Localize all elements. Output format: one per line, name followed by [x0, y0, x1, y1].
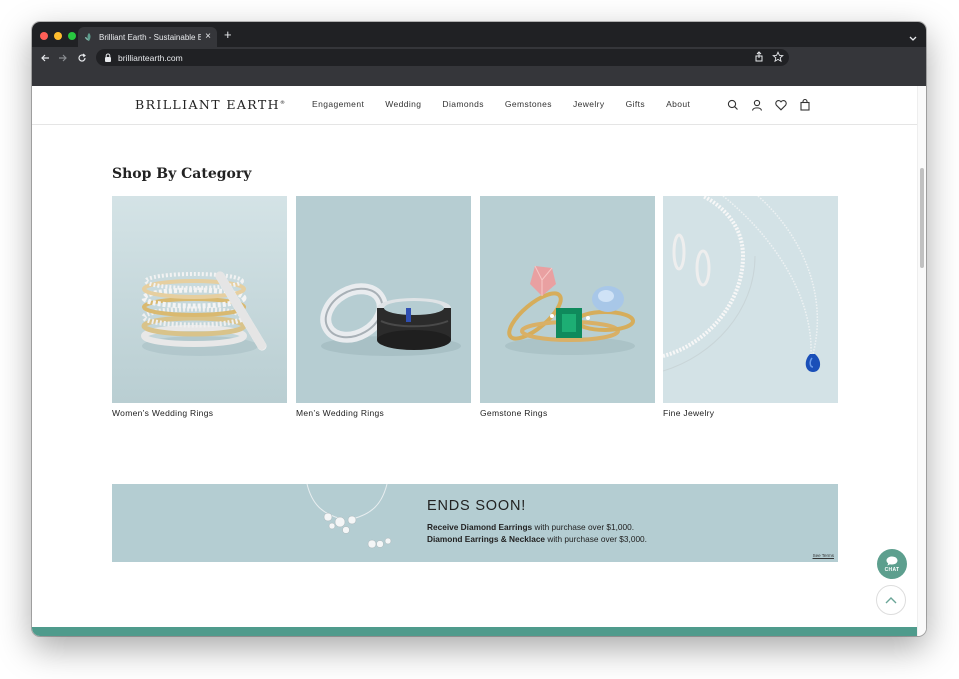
- necklace-earrings-image: [306, 484, 392, 549]
- promo-offer-1: Receive Diamond Earrings with purchase o…: [427, 522, 634, 532]
- shopping-bag-icon[interactable]: [798, 98, 812, 112]
- promo-offer-2-bold: Diamond Earrings & Necklace: [427, 534, 546, 544]
- chat-label: CHAT: [884, 566, 900, 573]
- address-bar[interactable]: brilliantearth.com: [96, 49, 789, 66]
- gemstone-rings-image[interactable]: [480, 196, 655, 403]
- section-title: Shop By Category: [112, 166, 252, 182]
- maximize-window-button[interactable]: [68, 32, 76, 40]
- address-text: brilliantearth.com: [118, 52, 183, 63]
- site-header: BRILLIANT EARTH® Engagement Wedding Diam…: [32, 86, 918, 125]
- browser-toolbar: brilliantearth.com: [32, 47, 926, 69]
- wishlist-heart-icon[interactable]: [774, 98, 788, 112]
- account-icon[interactable]: [750, 98, 764, 112]
- lock-icon: [104, 53, 112, 62]
- page-scrollbar[interactable]: [917, 86, 926, 636]
- back-to-top-button[interactable]: [876, 585, 906, 615]
- mens-rings-image[interactable]: [296, 196, 471, 403]
- minimize-window-button[interactable]: [54, 32, 62, 40]
- promo-banner[interactable]: ENDS SOON! Receive Diamond Earrings with…: [112, 484, 838, 562]
- womens-rings-image[interactable]: [112, 196, 287, 403]
- chat-bubble-icon: [886, 556, 898, 565]
- chevron-up-icon: [885, 597, 897, 604]
- promo-offer-1-rest: with purchase over $1,000.: [532, 522, 635, 532]
- category-label[interactable]: Gemstone Rings: [480, 408, 655, 418]
- nav-engagement[interactable]: Engagement: [312, 99, 364, 109]
- nav-wedding[interactable]: Wedding: [385, 99, 421, 109]
- main-nav: Engagement Wedding Diamonds Gemstones Je…: [312, 99, 690, 109]
- promo-title: ENDS SOON!: [427, 498, 527, 514]
- footer-band: [32, 627, 918, 636]
- registered-mark: ®: [279, 99, 287, 106]
- fine-jewelry-image[interactable]: [663, 196, 838, 403]
- browser-tab[interactable]: Brilliant Earth - Sustainable En ×: [78, 27, 217, 47]
- logo-text: BRILLIANT EARTH: [135, 97, 280, 112]
- promo-offer-2: Diamond Earrings & Necklace with purchas…: [427, 534, 647, 544]
- close-window-button[interactable]: [40, 32, 48, 40]
- forward-arrow-icon[interactable]: [56, 51, 70, 65]
- category-womens-wedding-rings[interactable]: Women’s Wedding Rings: [112, 196, 287, 418]
- promo-offer-1-bold: Receive Diamond Earrings: [427, 522, 533, 532]
- tab-title: Brilliant Earth - Sustainable En: [99, 32, 202, 42]
- nav-diamonds[interactable]: Diamonds: [442, 99, 483, 109]
- web-page: BRILLIANT EARTH® Engagement Wedding Diam…: [32, 86, 918, 636]
- bookmark-star-icon[interactable]: [772, 51, 784, 63]
- tab-search-chevron-icon[interactable]: [908, 30, 918, 41]
- nav-gemstones[interactable]: Gemstones: [505, 99, 552, 109]
- header-actions: [726, 98, 812, 112]
- see-terms-link[interactable]: See Terms: [813, 553, 834, 558]
- nav-jewelry[interactable]: Jewelry: [573, 99, 605, 109]
- nav-gifts[interactable]: Gifts: [626, 99, 645, 109]
- tab-close-icon[interactable]: ×: [205, 32, 211, 42]
- bookmarks-strip: [32, 69, 926, 86]
- search-icon[interactable]: [726, 98, 740, 112]
- category-label[interactable]: Women’s Wedding Rings: [112, 408, 287, 418]
- share-icon[interactable]: [753, 51, 765, 63]
- leaf-favicon-icon: [84, 32, 94, 42]
- category-label[interactable]: Fine Jewelry: [663, 408, 838, 418]
- new-tab-button[interactable]: +: [224, 28, 232, 41]
- category-mens-wedding-rings[interactable]: Men’s Wedding Rings: [296, 196, 471, 418]
- browser-chrome: Brilliant Earth - Sustainable En × + bri…: [32, 22, 926, 86]
- browser-window: Brilliant Earth - Sustainable En × + bri…: [32, 22, 926, 636]
- brand-logo[interactable]: BRILLIANT EARTH®: [135, 97, 286, 112]
- category-gemstone-rings[interactable]: Gemstone Rings: [480, 196, 655, 418]
- category-fine-jewelry[interactable]: Fine Jewelry: [663, 196, 838, 418]
- window-controls: [40, 32, 76, 40]
- back-arrow-icon[interactable]: [38, 51, 52, 65]
- reload-icon[interactable]: [75, 51, 89, 65]
- nav-about[interactable]: About: [666, 99, 690, 109]
- chat-button[interactable]: CHAT: [877, 549, 907, 579]
- promo-offer-2-rest: with purchase over $3,000.: [545, 534, 647, 544]
- category-label[interactable]: Men’s Wedding Rings: [296, 408, 471, 418]
- scrollbar-thumb[interactable]: [920, 168, 924, 268]
